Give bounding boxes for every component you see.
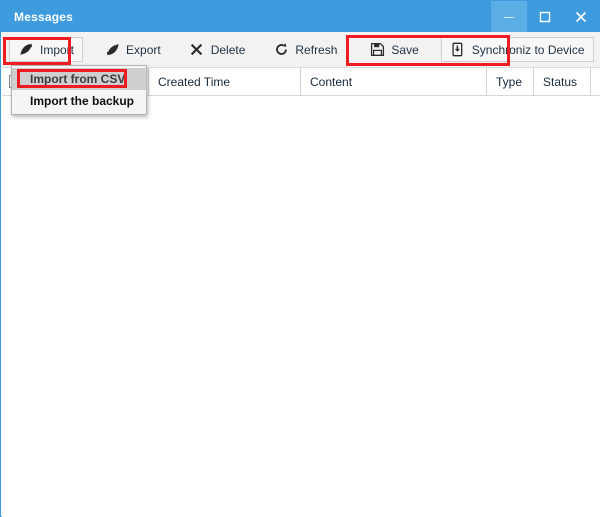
column-header-content-label: Content xyxy=(310,75,352,89)
save-button-label: Save xyxy=(391,43,418,57)
synchronize-to-device-label: Synchroniz to Device xyxy=(472,43,585,57)
refresh-button[interactable]: Refresh xyxy=(264,37,346,62)
device-sync-icon xyxy=(450,42,466,58)
export-button-label: Export xyxy=(126,43,161,57)
column-header-created-time-label: Created Time xyxy=(158,75,230,89)
delete-button[interactable]: Delete xyxy=(180,37,255,62)
save-button[interactable]: Save xyxy=(360,37,427,62)
import-dropdown-menu: Import from CSV Import the backup xyxy=(11,65,147,115)
minimize-button[interactable] xyxy=(491,1,527,32)
floppy-disk-icon xyxy=(369,42,385,58)
close-icon xyxy=(574,10,588,24)
import-button-label: Import xyxy=(40,43,74,57)
column-header-type-label: Type xyxy=(496,75,522,89)
export-button[interactable]: Export xyxy=(95,37,170,62)
menu-item-import-the-backup[interactable]: Import the backup xyxy=(12,90,146,112)
column-header-content[interactable]: Content xyxy=(300,68,486,96)
refresh-button-label: Refresh xyxy=(295,43,337,57)
export-arrow-icon xyxy=(104,42,120,58)
column-header-spacer xyxy=(590,68,600,96)
minimize-icon xyxy=(503,11,515,23)
refresh-icon xyxy=(273,42,289,58)
menu-item-import-from-csv[interactable]: Import from CSV xyxy=(12,68,146,90)
window-title: Messages xyxy=(14,10,73,24)
message-list-body[interactable] xyxy=(2,96,600,517)
column-header-status[interactable]: Status xyxy=(533,68,590,96)
synchronize-to-device-button[interactable]: Synchroniz to Device xyxy=(441,37,594,62)
delete-button-label: Delete xyxy=(211,43,246,57)
messages-window: Messages xyxy=(0,0,600,517)
toolbar: Import Export Delete xyxy=(2,32,600,68)
menu-item-import-from-csv-label: Import from CSV xyxy=(30,72,125,86)
close-button[interactable] xyxy=(563,1,599,32)
maximize-icon xyxy=(539,11,551,23)
column-header-type[interactable]: Type xyxy=(486,68,533,96)
column-header-status-label: Status xyxy=(543,75,577,89)
window-controls xyxy=(491,1,599,32)
menu-item-import-the-backup-label: Import the backup xyxy=(30,94,134,108)
import-arrow-icon xyxy=(18,42,34,58)
close-x-icon xyxy=(189,42,205,58)
import-button[interactable]: Import xyxy=(9,37,83,62)
column-header-created-time[interactable]: Created Time xyxy=(148,68,300,96)
title-bar[interactable]: Messages xyxy=(1,1,599,32)
maximize-button[interactable] xyxy=(527,1,563,32)
